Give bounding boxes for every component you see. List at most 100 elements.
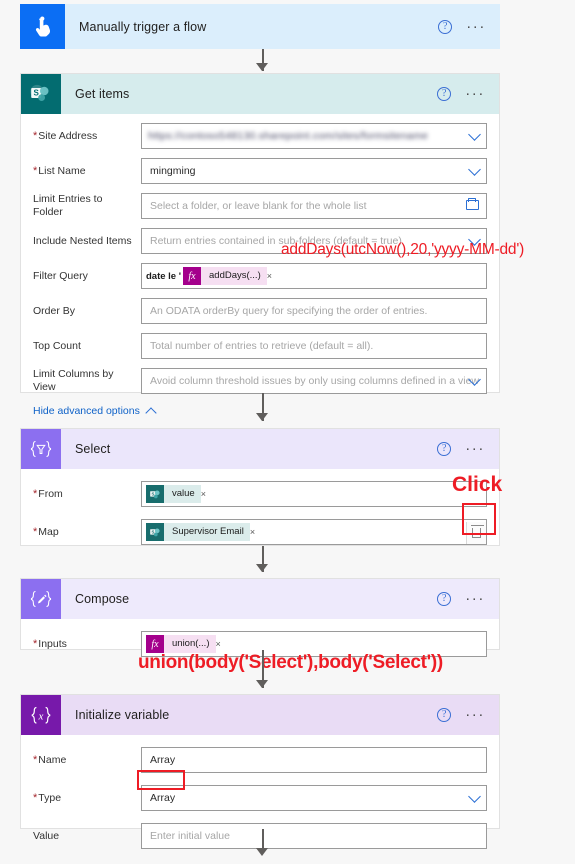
from-token-label: value [164,485,201,503]
svg-text:S: S [151,491,154,496]
top-count-input[interactable]: Total number of entries to retrieve (def… [141,333,487,359]
field-label-from: From [33,488,141,501]
token-remove-icon[interactable]: × [250,527,255,537]
order-by-input[interactable]: An ODATA orderBy query for specifying th… [141,298,487,324]
function-fx-icon: fx [146,635,164,653]
compose-card-header[interactable]: Compose ? ··· [21,579,499,619]
more-options-icon[interactable]: ··· [465,441,485,456]
from-input[interactable]: S value × [141,481,487,507]
flow-step-trigger[interactable]: Manually trigger a flow ? ··· [20,4,500,49]
help-icon[interactable]: ? [437,87,452,101]
limit-entries-to-folder-input[interactable]: Select a folder, or leave blank for the … [141,193,487,219]
map-token[interactable]: S Supervisor Email × [146,523,260,541]
limit-columns-by-view-input[interactable]: Avoid column threshold issues by only us… [141,368,487,394]
field-label-type: Type [33,792,141,805]
variable-value-placeholder: Enter initial value [150,830,230,842]
field-label-site-address: Site Address [33,130,141,143]
limit-entries-to-folder-placeholder: Select a folder, or leave blank for the … [150,200,367,212]
get-items-body: Site Address https://contoso548130.share… [21,114,499,429]
flow-step-select[interactable]: Select ? ··· From S [20,428,500,546]
select-braces-icon [21,429,61,469]
connector-arrow-1 [256,63,268,71]
initialize-variable-card-header[interactable]: x Initialize variable ? ··· [21,695,499,735]
from-token[interactable]: S value × [146,485,211,503]
filter-query-input[interactable]: date le ' fx addDays(...) × [141,263,487,289]
field-label-include-nested-items: Include Nested Items [33,234,132,247]
inputs-token[interactable]: fx union(...) × [146,635,226,653]
token-remove-icon[interactable]: × [267,271,272,281]
token-remove-icon[interactable]: × [216,639,221,649]
flow-designer-canvas: Manually trigger a flow ? ··· S Get item… [0,0,575,864]
initialize-variable-title: Initialize variable [75,708,170,722]
field-label-order-by: Order By [33,304,76,317]
function-fx-icon: fx [183,267,201,285]
flow-step-initialize-variable[interactable]: x Initialize variable ? ··· Name Array T… [20,694,500,849]
help-icon[interactable]: ? [438,19,453,34]
compose-title: Compose [75,592,130,606]
map-input[interactable]: S Supervisor Email × [141,519,487,545]
limit-columns-by-view-placeholder: Avoid column threshold issues by only us… [150,375,479,387]
field-row-name: Name Array [33,747,487,773]
more-options-icon[interactable]: ··· [465,591,485,606]
sharepoint-icon: S [21,74,61,114]
initialize-variable-body: Name Array Type Array Value Enter initia… [21,735,499,861]
field-row-limit-columns-by-view: Limit Columns by View Avoid column thres… [33,368,487,394]
connector-arrow-4 [256,680,268,688]
help-icon[interactable]: ? [437,592,452,606]
select-body: From S value × [21,469,499,557]
annotation-click-label: Click [452,473,503,496]
annotation-box-variable-type [137,770,185,790]
variable-type-input[interactable]: Array [141,785,487,811]
field-row-map: Map S Supervisor Email × [33,519,487,545]
chevron-down-icon[interactable] [468,163,481,176]
select-card-header[interactable]: Select ? ··· [21,429,499,469]
top-count-placeholder: Total number of entries to retrieve (def… [150,340,374,352]
chevron-down-icon[interactable] [468,790,481,803]
compose-pencil-icon [21,579,61,619]
sharepoint-token-icon: S [146,523,164,541]
svg-text:x: x [38,710,44,722]
get-items-card-header[interactable]: S Get items ? ··· [21,74,499,114]
variable-name-input[interactable]: Array [141,747,487,773]
site-address-value: https://contoso548130.sharepoint.com/sit… [148,130,429,142]
annotation-union-formula: union(body('Select'),body('Select')) [138,652,443,673]
folder-icon[interactable] [466,197,479,210]
more-options-icon[interactable]: ··· [466,19,486,34]
order-by-placeholder: An ODATA orderBy query for specifying th… [150,305,428,317]
field-label-map: Map [33,526,141,539]
filter-query-token[interactable]: fx addDays(...) × [183,267,277,285]
list-name-value: mingming [150,165,196,177]
flow-step-compose[interactable]: Compose ? ··· Inputs fx union(...) × [20,578,500,657]
field-label-name: Name [33,754,141,767]
help-icon[interactable]: ? [437,442,452,456]
trigger-header-actions: ? ··· [438,19,500,34]
trigger-card-header[interactable]: Manually trigger a flow ? ··· [20,4,500,49]
field-row-top-count: Top Count Total number of entries to ret… [33,333,487,359]
token-remove-icon[interactable]: × [201,489,206,499]
field-label-list-name: List Name [33,165,141,178]
filter-query-token-label: addDays(...) [201,267,267,285]
chevron-up-icon [145,406,157,419]
field-row-site-address: Site Address https://contoso548130.share… [33,123,487,149]
svg-text:S: S [151,529,154,534]
hide-advanced-options-label: Hide advanced options [33,405,140,417]
site-address-input[interactable]: https://contoso548130.sharepoint.com/sit… [141,123,487,149]
chevron-down-icon[interactable] [468,128,481,141]
variable-name-value: Array [150,754,176,766]
list-name-input[interactable]: mingming [141,158,487,184]
more-options-icon[interactable]: ··· [465,86,485,101]
get-items-header-actions: ? ··· [437,86,499,101]
more-options-icon[interactable]: ··· [465,707,485,722]
tap-hand-icon [20,4,65,49]
flow-step-get-items[interactable]: S Get items ? ··· Site Address https://c… [20,73,500,419]
field-row-value: Value Enter initial value [33,823,487,849]
select-header-actions: ? ··· [437,441,499,456]
connector-arrow-5 [256,848,268,856]
help-icon[interactable]: ? [437,708,452,722]
field-row-limit-entries-to-folder: Limit Entries to Folder Select a folder,… [33,193,487,219]
field-label-top-count: Top Count [33,339,81,352]
field-label-filter-query: Filter Query [33,269,88,282]
variable-value-input[interactable]: Enter initial value [141,823,487,849]
field-row-filter-query: Filter Query date le ' fx addDays(...) × [33,263,487,289]
field-label-inputs: Inputs [33,638,141,651]
